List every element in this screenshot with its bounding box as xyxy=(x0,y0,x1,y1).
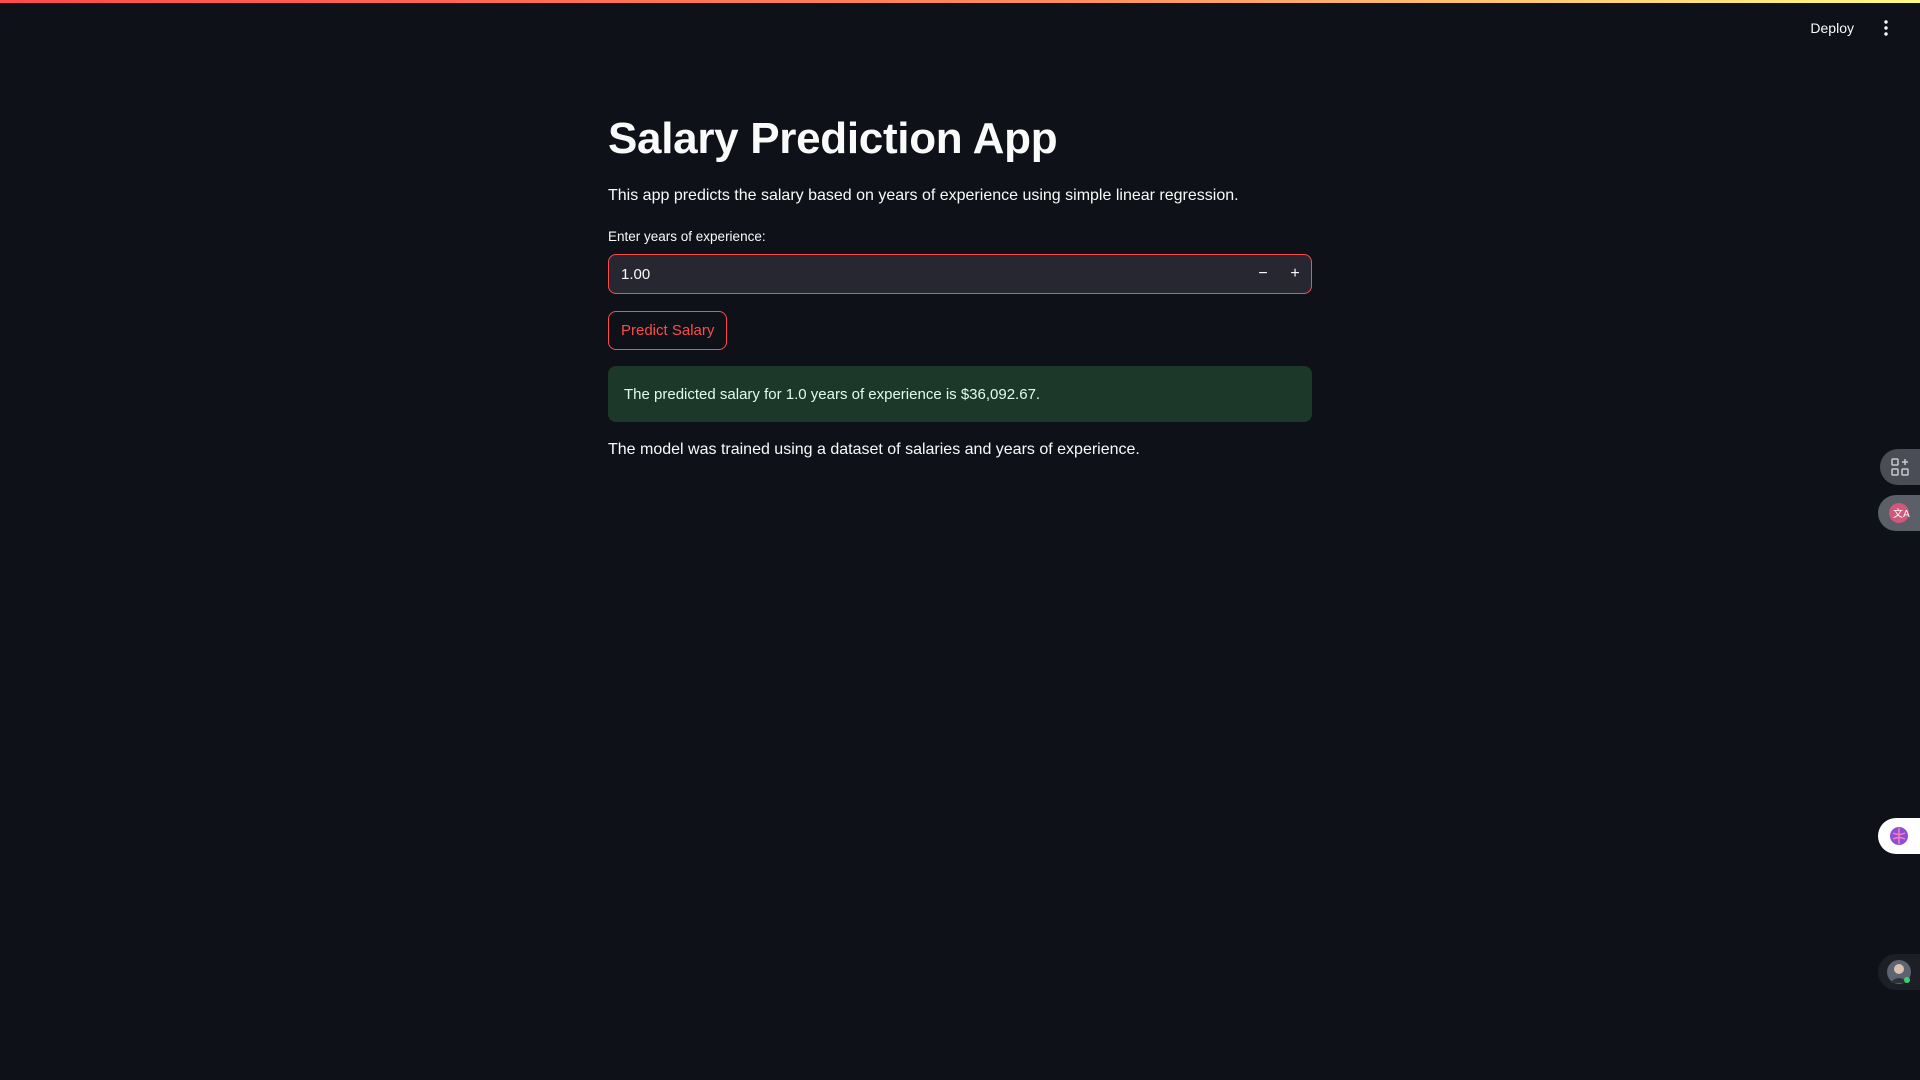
model-info-text: The model was trained using a dataset of… xyxy=(608,441,1140,458)
increment-button[interactable]: + xyxy=(1279,255,1311,293)
prediction-result-alert: The predicted salary for 1.0 years of ex… xyxy=(608,366,1312,422)
app-description: This app predicts the salary based on ye… xyxy=(608,187,1239,204)
prediction-result-text: The predicted salary for 1.0 years of ex… xyxy=(624,385,1041,403)
top-decoration-bar xyxy=(0,0,1920,3)
top-toolbar: Deploy xyxy=(1806,14,1900,42)
assistant-widget-button[interactable] xyxy=(1878,954,1920,990)
main-menu-button[interactable] xyxy=(1872,14,1900,42)
svg-text:文A: 文A xyxy=(1893,507,1910,520)
experience-input-label: Enter years of experience: xyxy=(608,229,766,244)
page-title: Salary Prediction App xyxy=(608,114,1058,163)
deploy-button[interactable]: Deploy xyxy=(1806,14,1858,42)
vertical-ellipsis-icon xyxy=(1884,20,1888,36)
avatar-icon xyxy=(1887,960,1911,984)
brain-widget-button[interactable] xyxy=(1878,818,1920,854)
translate-icon: 文A xyxy=(1889,503,1910,523)
experience-number-input: − + xyxy=(608,254,1312,294)
brain-icon xyxy=(1890,827,1908,845)
decrement-button[interactable]: − xyxy=(1247,255,1279,293)
translate-widget-button[interactable]: 文A xyxy=(1878,495,1920,531)
predict-salary-button[interactable]: Predict Salary xyxy=(608,311,728,350)
apps-widget-button[interactable] xyxy=(1880,449,1920,485)
apps-grid-icon xyxy=(1891,458,1909,476)
experience-input[interactable] xyxy=(609,255,1247,293)
